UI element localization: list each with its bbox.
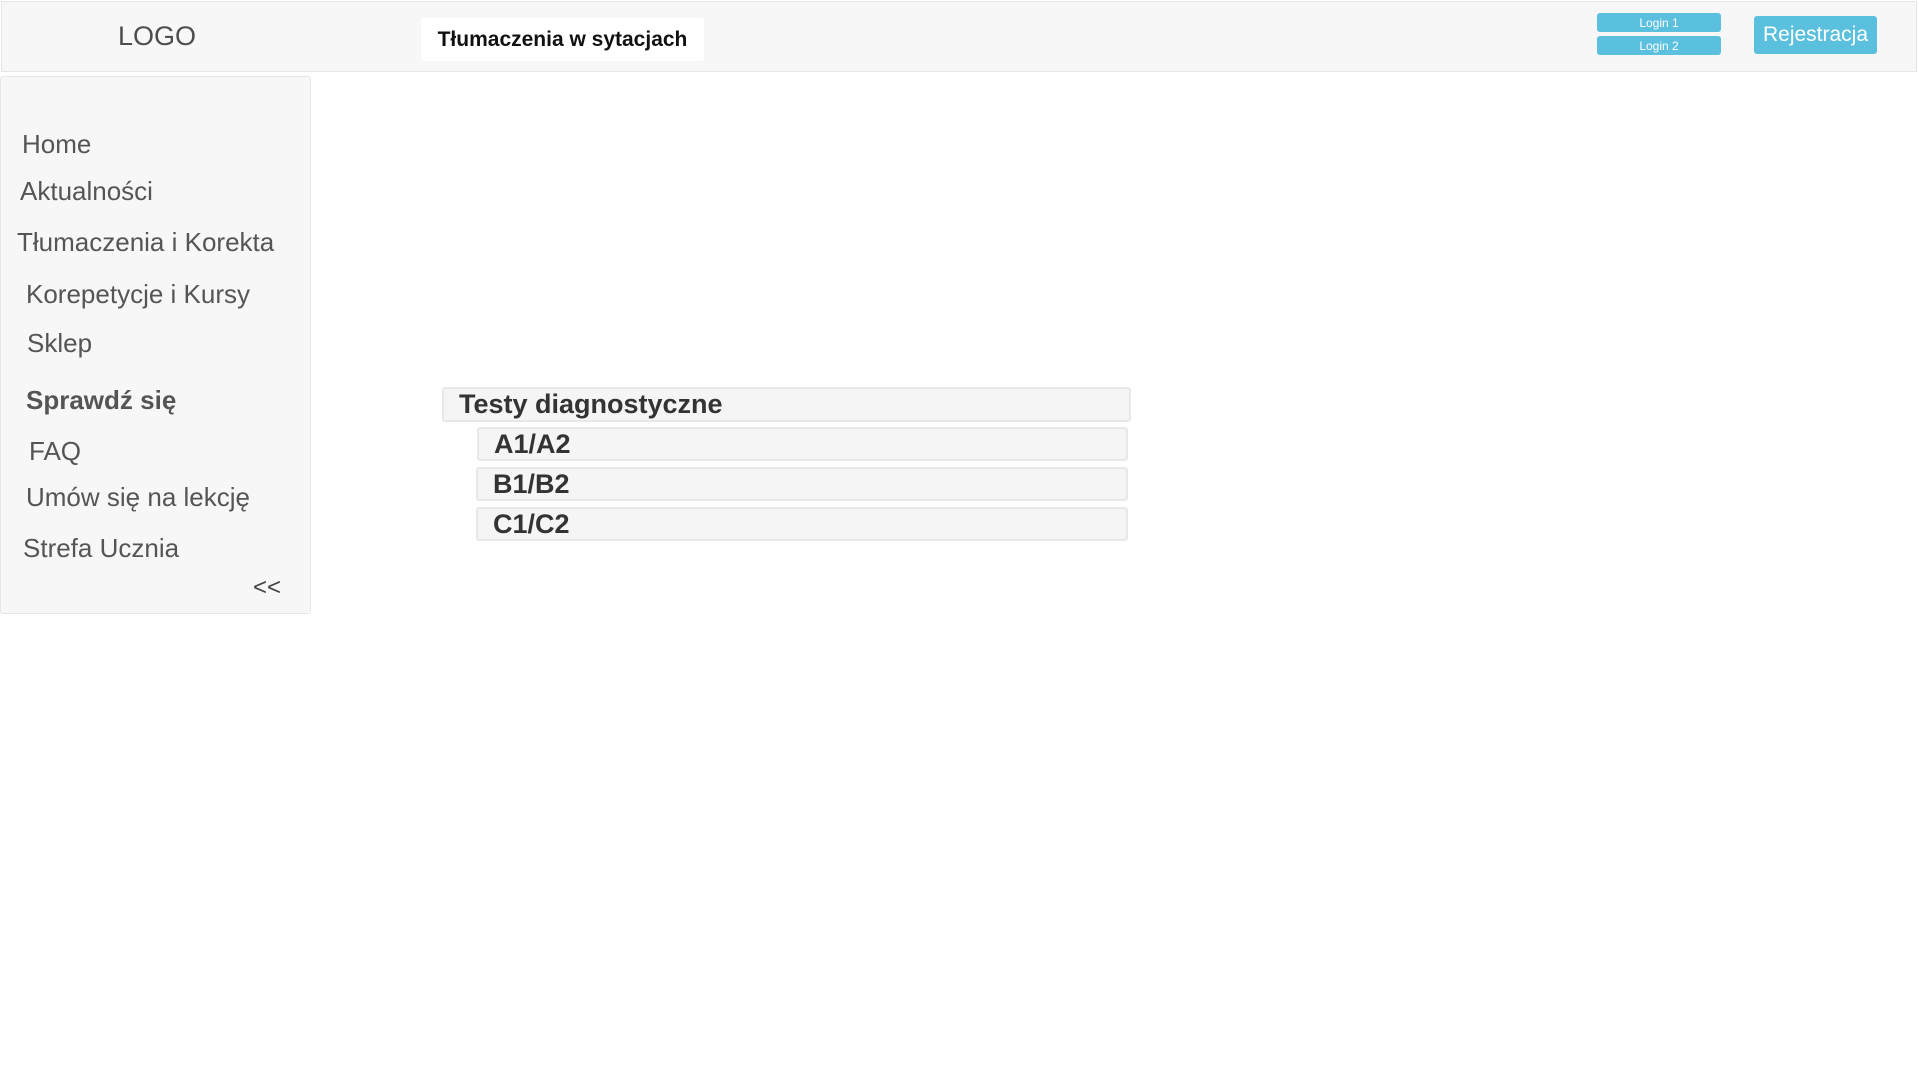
collapse-sidebar-button[interactable]: <<	[253, 574, 281, 602]
test-level-a1-a2[interactable]: A1/A2	[477, 427, 1128, 461]
sidebar-item-aktualnosci[interactable]: Aktualności	[20, 176, 153, 207]
login-2-button[interactable]: Login 2	[1597, 36, 1721, 55]
logo[interactable]: LOGO	[118, 21, 196, 52]
test-level-b1-b2[interactable]: B1/B2	[476, 467, 1128, 501]
tab-tlumaczenia-w-sytuacjach[interactable]: Tłumaczenia w sytacjach	[421, 18, 704, 61]
sidebar-item-strefa-ucznia[interactable]: Strefa Ucznia	[23, 533, 179, 564]
sidebar-item-sklep[interactable]: Sklep	[27, 328, 92, 359]
sidebar-item-tlumaczenia-i-korekta[interactable]: Tłumaczenia i Korekta	[17, 227, 274, 258]
sidebar-item-home[interactable]: Home	[22, 129, 91, 160]
login-1-button[interactable]: Login 1	[1597, 13, 1721, 32]
sidebar-item-korepetycje-i-kursy[interactable]: Korepetycje i Kursy	[26, 279, 250, 310]
sidebar-item-sprawdz-sie[interactable]: Sprawdź się	[26, 385, 176, 416]
sidebar-item-umow-sie-na-lekcje[interactable]: Umów się na lekcję	[26, 482, 250, 513]
register-button[interactable]: Rejestracja	[1754, 16, 1877, 54]
test-level-c1-c2[interactable]: C1/C2	[476, 507, 1128, 541]
sidebar-item-faq[interactable]: FAQ	[29, 436, 81, 467]
tests-diagnostic-header[interactable]: Testy diagnostyczne	[442, 387, 1131, 422]
sidebar: Home Aktualności Tłumaczenia i Korekta K…	[0, 76, 311, 614]
top-navbar: LOGO Tłumaczenia w sytacjach Login 1 Log…	[1, 1, 1917, 72]
